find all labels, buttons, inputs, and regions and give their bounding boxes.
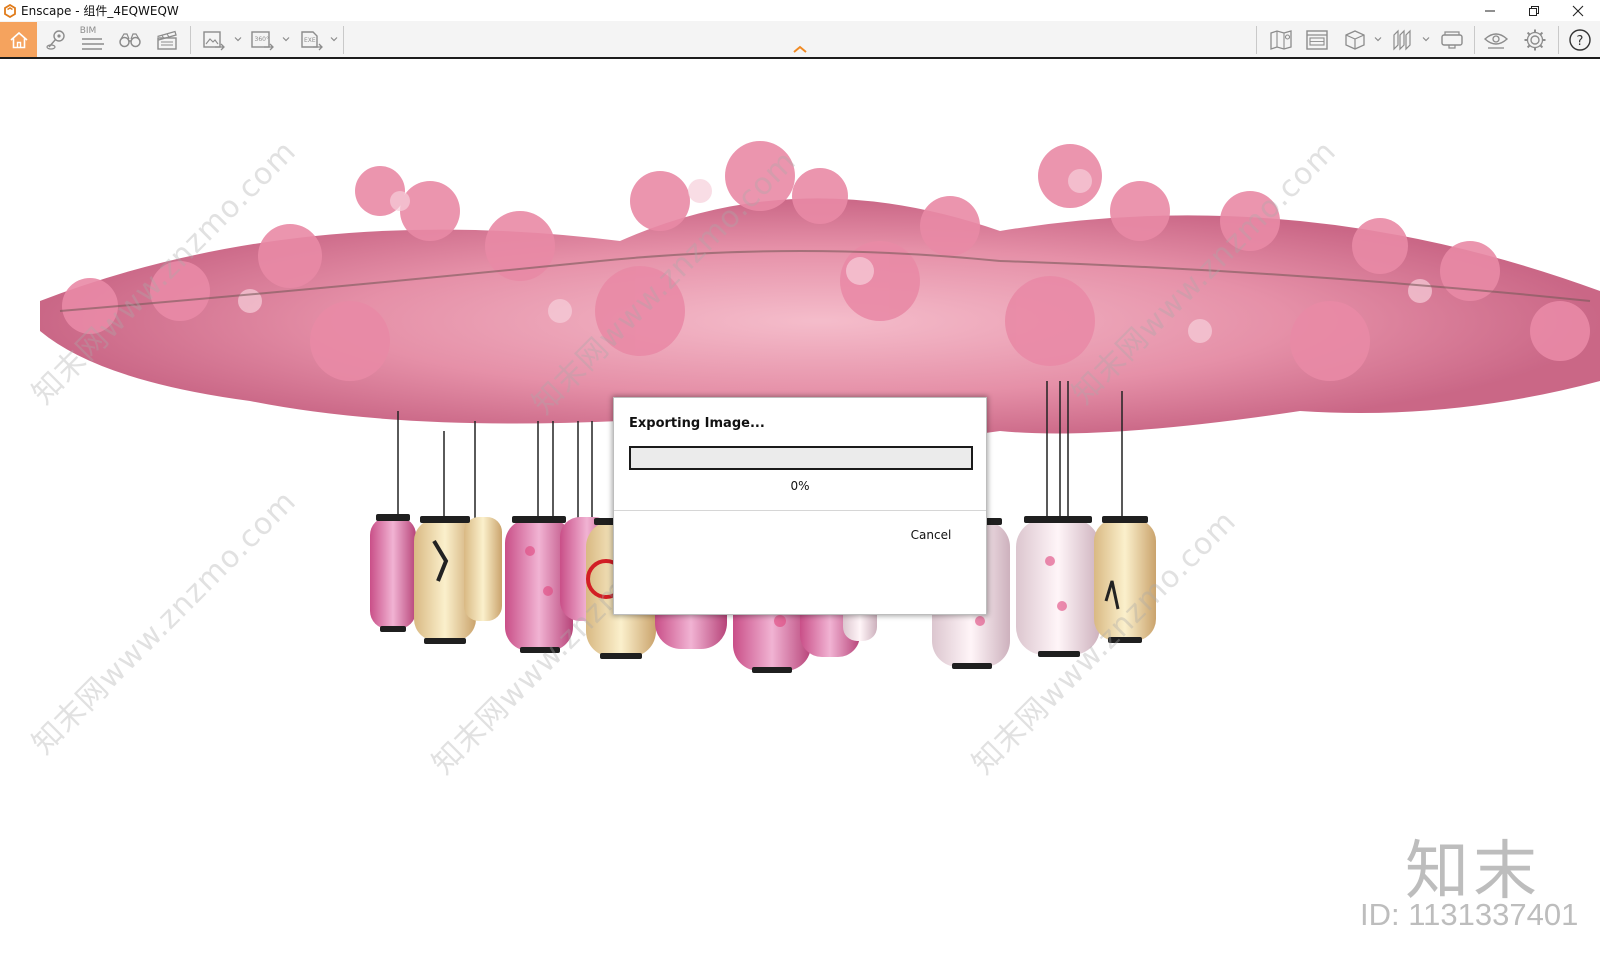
minimize-icon bbox=[1485, 10, 1495, 11]
dialog-divider bbox=[614, 510, 986, 511]
restore-button[interactable] bbox=[1512, 0, 1556, 21]
video-editor-icon bbox=[157, 30, 177, 50]
toolbar-divider bbox=[190, 26, 191, 54]
map-button[interactable] bbox=[1266, 22, 1296, 57]
close-button[interactable] bbox=[1556, 0, 1600, 21]
binoculars-icon bbox=[119, 32, 141, 47]
enscape-logo-icon bbox=[4, 3, 16, 18]
exe-export-icon: EXE bbox=[301, 30, 323, 50]
bim-icon bbox=[82, 38, 104, 50]
settings-gear-icon bbox=[1524, 29, 1546, 50]
asset-library-button[interactable] bbox=[1302, 22, 1332, 57]
collapse-toolbar-chevron-icon[interactable] bbox=[792, 44, 808, 54]
views-dropdown-chevron-icon[interactable] bbox=[1374, 35, 1382, 43]
cube-view-icon bbox=[1345, 29, 1365, 50]
exe-dropdown-chevron-icon[interactable] bbox=[330, 35, 338, 43]
pano-label: 360° bbox=[255, 36, 269, 43]
cancel-button[interactable]: Cancel bbox=[897, 523, 965, 547]
location-pin-icon bbox=[46, 29, 65, 50]
close-icon bbox=[1572, 5, 1584, 16]
screenshot-export-icon bbox=[203, 30, 225, 50]
toolbar-divider bbox=[343, 26, 344, 54]
help-icon: ? bbox=[1569, 28, 1591, 51]
section-button[interactable] bbox=[1388, 22, 1418, 57]
bim-label: BIM bbox=[79, 26, 97, 36]
toolbar-divider bbox=[1558, 26, 1559, 54]
toolbar-divider bbox=[1256, 26, 1257, 54]
export-progress-bar bbox=[629, 446, 973, 470]
home-icon bbox=[9, 31, 28, 48]
help-button[interactable]: ? bbox=[1565, 22, 1595, 57]
screenshot-button[interactable] bbox=[199, 22, 229, 57]
vr-headset-button[interactable] bbox=[1437, 22, 1467, 57]
views-management-button[interactable] bbox=[1340, 22, 1370, 57]
visual-settings-button[interactable] bbox=[1481, 22, 1511, 57]
video-editor-button[interactable] bbox=[152, 22, 182, 57]
exe-label: EXE bbox=[304, 37, 316, 44]
panorama-dropdown-chevron-icon[interactable] bbox=[282, 35, 290, 43]
asset-library-icon bbox=[1306, 29, 1328, 50]
progress-percent: 0% bbox=[790, 479, 810, 493]
toolbar-divider bbox=[1474, 26, 1475, 54]
restore-icon bbox=[1529, 5, 1539, 16]
bim-button[interactable]: BIM bbox=[78, 22, 108, 57]
help-glyph: ? bbox=[1577, 34, 1584, 49]
enscape-window: Enscape - 组件_4EQWEQW BIM 360° EXE ? 知末网w… bbox=[0, 0, 1600, 953]
home-button[interactable] bbox=[0, 22, 37, 57]
section-dropdown-chevron-icon[interactable] bbox=[1422, 35, 1430, 43]
export-progress-dialog: Exporting Image... 0% Cancel bbox=[613, 397, 987, 615]
section-icon bbox=[1393, 29, 1411, 50]
exe-export-button[interactable]: EXE bbox=[296, 22, 326, 57]
walk-mode-button[interactable] bbox=[115, 22, 145, 57]
views-button[interactable] bbox=[42, 22, 72, 57]
vr-headset-icon bbox=[1441, 30, 1463, 49]
main-toolbar: BIM 360° EXE ? bbox=[0, 21, 1600, 59]
minimize-button[interactable] bbox=[1468, 0, 1512, 21]
map-icon bbox=[1270, 29, 1292, 50]
brand-id: ID: 1131337401 bbox=[1360, 897, 1579, 932]
dialog-title: Exporting Image... bbox=[629, 416, 765, 431]
visual-settings-icon bbox=[1483, 32, 1509, 49]
panorama-button[interactable]: 360° bbox=[247, 22, 277, 57]
settings-button[interactable] bbox=[1520, 22, 1550, 57]
window-title: Enscape - 组件_4EQWEQW bbox=[21, 4, 179, 18]
panorama-360-icon: 360° bbox=[251, 30, 274, 50]
screenshot-dropdown-chevron-icon[interactable] bbox=[234, 35, 242, 43]
title-bar: Enscape - 组件_4EQWEQW bbox=[0, 0, 1600, 21]
